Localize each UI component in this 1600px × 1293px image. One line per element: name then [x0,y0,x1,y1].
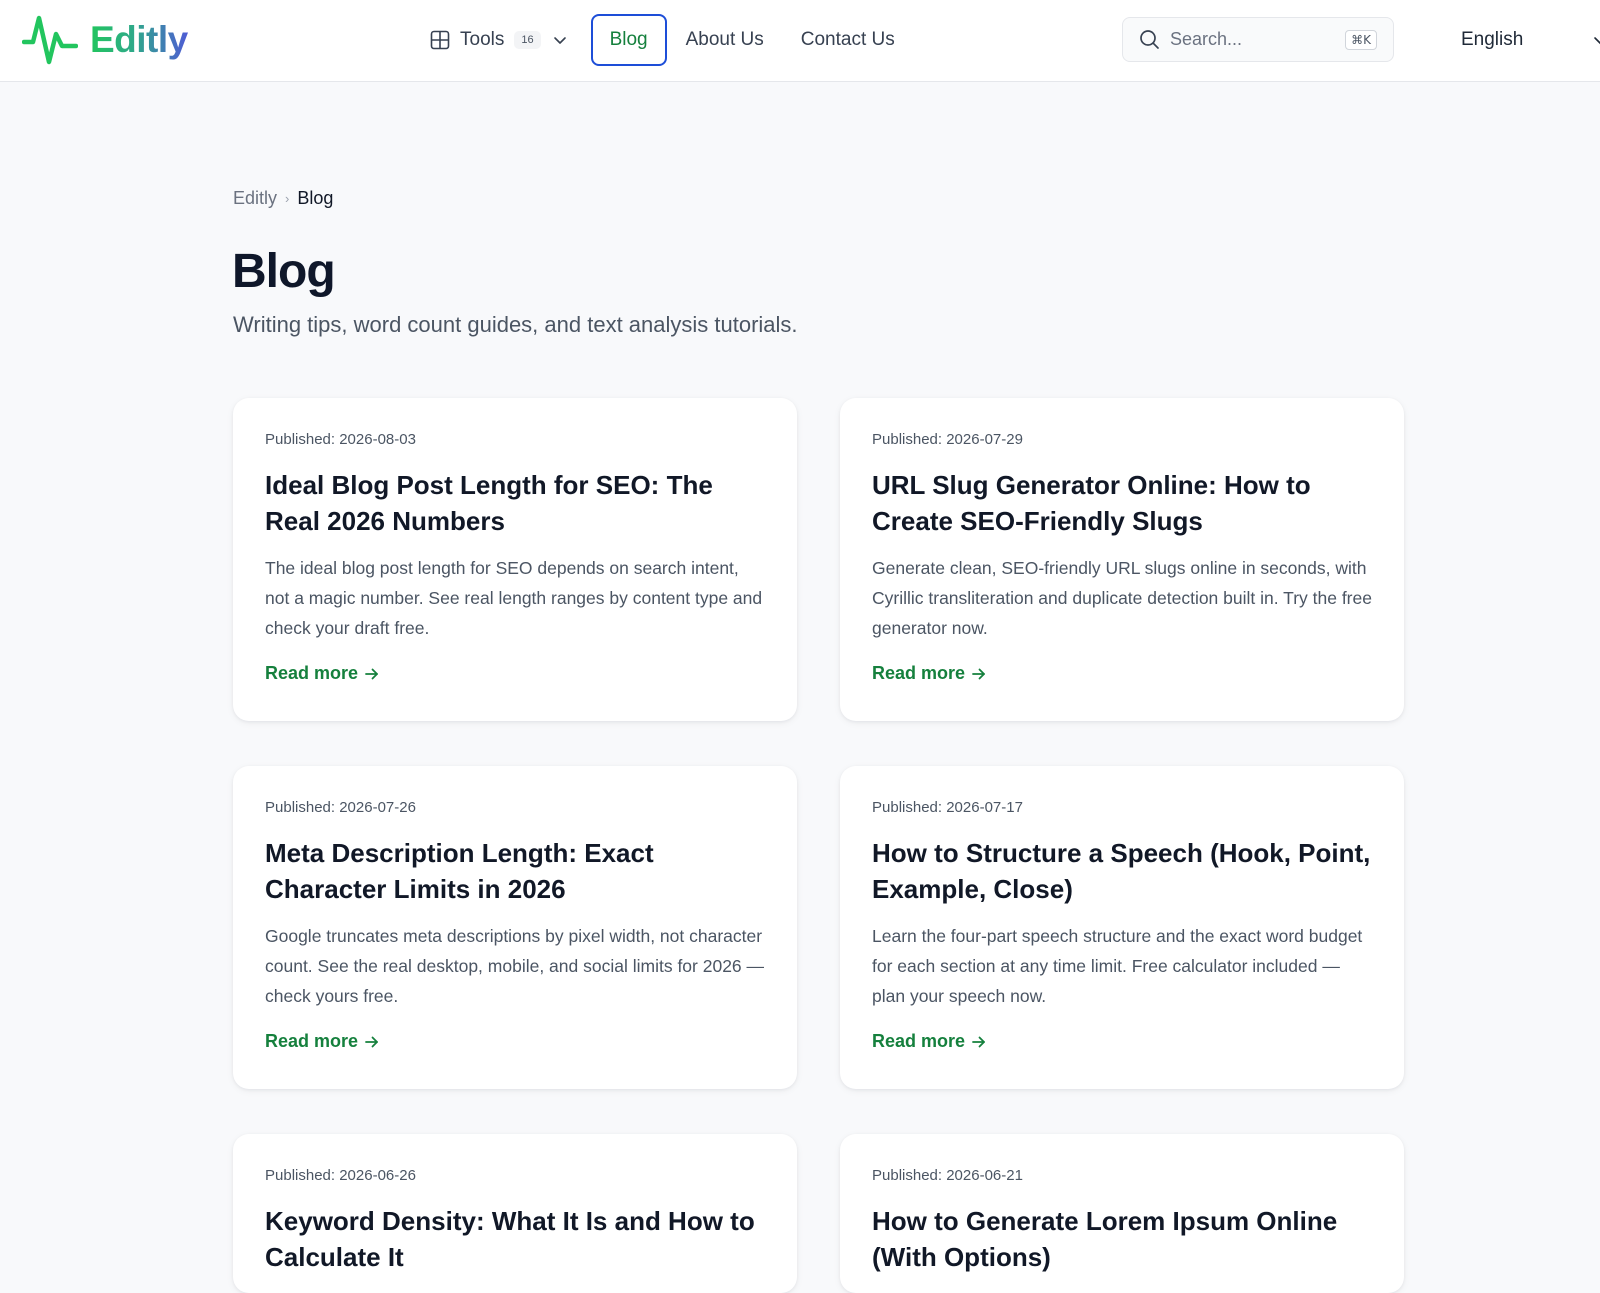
grid-icon [430,30,450,50]
blog-post-card[interactable]: Published: 2026-06-26 Keyword Density: W… [233,1134,797,1293]
post-title[interactable]: URL Slug Generator Online: How to Create… [872,467,1372,539]
post-description: Generate clean, SEO-friendly URL slugs o… [872,558,1372,638]
post-description: The ideal blog post length for SEO depen… [265,558,763,638]
breadcrumb-separator-icon: › [285,191,290,206]
site-logo-text: Editly [90,19,188,60]
pulse-logo-icon [22,15,78,65]
tools-count-badge: 16 [514,31,541,49]
blog-post-card[interactable]: Published: 2026-07-26 Meta Description L… [233,766,797,1089]
search-icon [1140,30,1159,49]
blog-post-card[interactable]: Published: 2026-07-17 How to Structure a… [840,766,1404,1089]
post-date: Published: 2026-07-17 [872,799,1023,816]
blog-post-card[interactable]: Published: 2026-06-21 How to Generate Lo… [840,1134,1404,1293]
read-more-link[interactable]: Read more [265,1031,380,1052]
read-more-link[interactable]: Read more [872,663,987,684]
blog-post-card[interactable]: Published: 2026-07-29 URL Slug Generator… [840,398,1404,721]
page-title: Blog [232,245,336,298]
page-subtitle: Writing tips, word count guides, and tex… [233,312,798,337]
nav-tools-dropdown[interactable]: Tools 16 [426,14,571,66]
arrow-right-icon [972,668,985,679]
main-nav: Tools 16 Blog About Us Contact Us [426,14,895,66]
search-shortcut-hint: ⌘K [1345,30,1377,50]
nav-about-link[interactable]: About Us [686,14,764,66]
language-selected-label: English [1461,29,1524,50]
read-more-label: Read more [872,1031,966,1051]
post-title[interactable]: Meta Description Length: Exact Character… [265,835,765,907]
post-title[interactable]: How to Structure a Speech (Hook, Point, … [872,835,1372,907]
nav-contact-link[interactable]: Contact Us [801,14,895,66]
post-title[interactable]: How to Generate Lorem Ipsum Online (With… [872,1203,1372,1275]
arrow-right-icon [365,1036,378,1047]
post-date: Published: 2026-08-03 [265,431,416,448]
site-logo[interactable]: Editly [22,12,188,68]
post-description: Google truncates meta descriptions by pi… [265,926,765,1006]
nav-tools-label: Tools [460,29,505,50]
nav-blog-link[interactable]: Blog [590,14,667,66]
site-header: Editly Tools 16 Blog About Us Contact Us… [0,0,1600,82]
post-date: Published: 2026-07-29 [872,431,1023,448]
read-more-link[interactable]: Read more [872,1031,987,1052]
read-more-label: Read more [872,663,966,683]
post-date: Published: 2026-06-26 [265,1167,416,1184]
language-select[interactable]: English [1461,22,1600,58]
breadcrumb: Editly › Blog [233,188,333,209]
arrow-right-icon [365,668,378,679]
read-more-link[interactable]: Read more [265,663,380,684]
search-input[interactable] [1170,29,1340,50]
read-more-label: Read more [265,1031,359,1051]
search-box[interactable]: ⌘K [1122,17,1394,62]
post-date: Published: 2026-06-21 [872,1167,1023,1184]
chevron-down-icon [1594,37,1600,45]
post-title[interactable]: Ideal Blog Post Length for SEO: The Real… [265,467,765,539]
arrow-right-icon [972,1036,985,1047]
breadcrumb-current: Blog [297,188,334,208]
read-more-label: Read more [265,663,359,683]
post-description: Learn the four-part speech structure and… [872,926,1363,1006]
post-title[interactable]: Keyword Density: What It Is and How to C… [265,1203,765,1275]
breadcrumb-home-link[interactable]: Editly [233,188,277,209]
post-date: Published: 2026-07-26 [265,799,416,816]
chevron-down-icon [553,37,566,44]
blog-post-card[interactable]: Published: 2026-08-03 Ideal Blog Post Le… [233,398,797,721]
